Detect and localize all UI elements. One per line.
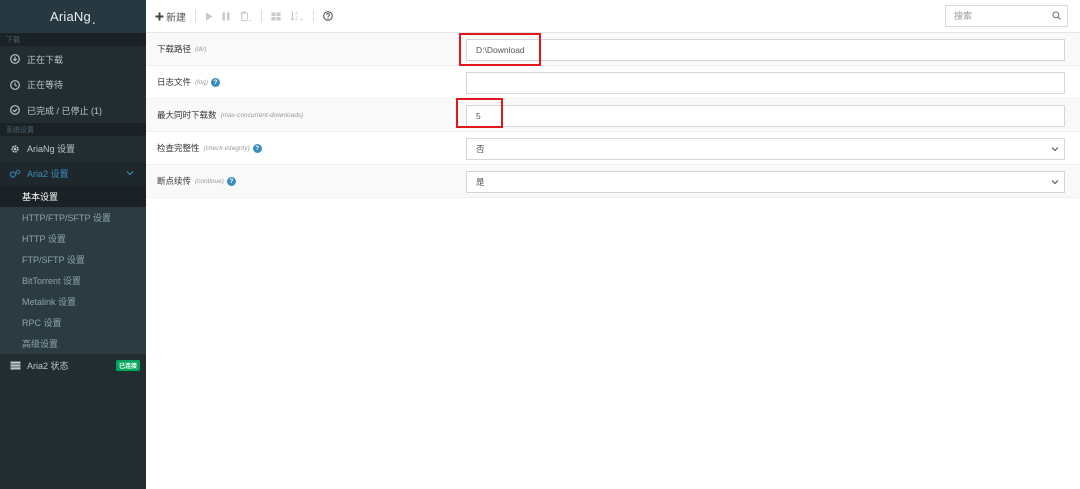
pause-button[interactable] bbox=[222, 12, 230, 21]
toolbar-divider bbox=[195, 10, 196, 22]
setting-row-check-integrity: 检查完整性 (check-integrity) ? 否 bbox=[146, 132, 1080, 165]
svg-text:Z: Z bbox=[295, 16, 298, 22]
check-integrity-select[interactable]: 否 bbox=[466, 138, 1065, 160]
new-task-label: 新建 bbox=[166, 12, 186, 24]
section-header-download: 下载 bbox=[0, 33, 146, 46]
trash-icon bbox=[240, 11, 252, 22]
setting-label: 下载路径 (dir) bbox=[157, 43, 207, 55]
grid-icon bbox=[271, 12, 281, 20]
dir-input[interactable]: D:\Download bbox=[466, 39, 1065, 61]
sidebar-subitem-bittorrent[interactable]: BitTorrent 设置 bbox=[0, 270, 146, 291]
aria2-settings-submenu: 基本设置 HTTP/FTP/SFTP 设置 HTTP 设置 FTP/SFTP 设… bbox=[0, 186, 146, 354]
sidebar-item-aria2-settings[interactable]: Aria2 设置 bbox=[0, 161, 146, 186]
play-icon bbox=[206, 12, 213, 20]
toolbar: 新建 AZ bbox=[146, 0, 1080, 33]
check-integrity-value: 否 bbox=[476, 144, 485, 154]
sidebar-subitem-basic[interactable]: 基本设置 bbox=[0, 186, 146, 207]
highlight-box-dir bbox=[459, 33, 541, 66]
server-icon bbox=[8, 361, 22, 370]
start-button[interactable] bbox=[205, 12, 213, 21]
sidebar-subitem-http[interactable]: HTTP 设置 bbox=[0, 228, 146, 249]
new-task-button[interactable]: 新建 bbox=[155, 9, 186, 24]
section-header-settings: 系统设置 bbox=[0, 123, 146, 136]
gears-icon bbox=[8, 169, 22, 179]
download-circle-icon bbox=[8, 54, 22, 64]
search-input[interactable] bbox=[954, 11, 1044, 21]
question-circle-icon bbox=[323, 11, 333, 21]
sort-button[interactable]: AZ bbox=[290, 10, 304, 22]
chevron-down-icon bbox=[126, 169, 134, 178]
toolbar-divider bbox=[261, 10, 262, 22]
select-all-button[interactable] bbox=[271, 12, 281, 21]
setting-key: (dir) bbox=[195, 45, 207, 53]
app-title-dot: . bbox=[91, 10, 97, 27]
chevron-down-icon bbox=[1051, 145, 1059, 154]
sidebar-item-aria2-status[interactable]: Aria2 状态 已连接 bbox=[0, 354, 146, 376]
search-box bbox=[945, 5, 1068, 27]
connection-status-badge: 已连接 bbox=[115, 359, 140, 371]
setting-key: (max-concurrent-downloads) bbox=[220, 111, 304, 119]
clock-icon bbox=[8, 79, 22, 90]
setting-label: 检查完整性 (check-integrity) ? bbox=[157, 142, 262, 154]
sidebar-item-label: Aria2 设置 bbox=[27, 169, 69, 179]
sidebar: AriaNg. 下载 正在下载 正在等待 已完成 / 已停止 (1) 系统设置 … bbox=[0, 0, 146, 489]
highlight-box-max-downloads bbox=[456, 98, 503, 128]
setting-key: (continue) bbox=[195, 177, 224, 185]
setting-row-dir: 下载路径 (dir) D:\Download bbox=[146, 33, 1080, 66]
setting-name: 最大同时下载数 bbox=[157, 110, 217, 120]
plus-icon bbox=[155, 12, 164, 20]
setting-label: 日志文件 (log) ? bbox=[157, 76, 221, 88]
sidebar-item-label: Aria2 状态 bbox=[27, 360, 69, 371]
setting-label: 断点续传 (continue) ? bbox=[157, 175, 236, 187]
help-button[interactable] bbox=[323, 11, 333, 21]
setting-label: 最大同时下载数 (max-concurrent-downloads) bbox=[157, 109, 303, 121]
sidebar-item-ariang-settings[interactable]: AriaNg 设置 bbox=[0, 136, 146, 161]
sidebar-subitem-rpc[interactable]: RPC 设置 bbox=[0, 312, 146, 333]
sort-icon: AZ bbox=[290, 11, 304, 22]
setting-row-continue: 断点续传 (continue) ? 是 bbox=[146, 165, 1080, 198]
settings-panel: 下载路径 (dir) D:\Download 日志文件 (log) ? 最大同时… bbox=[146, 33, 1080, 489]
setting-key: (log) bbox=[195, 78, 209, 86]
sidebar-item-downloading[interactable]: 正在下载 bbox=[0, 46, 146, 72]
setting-name: 断点续传 bbox=[157, 176, 192, 186]
continue-select[interactable]: 是 bbox=[466, 171, 1065, 193]
setting-name: 检查完整性 bbox=[157, 143, 200, 153]
sidebar-subitem-http-ftp-sftp[interactable]: HTTP/FTP/SFTP 设置 bbox=[0, 207, 146, 228]
help-icon[interactable]: ? bbox=[252, 143, 262, 153]
log-input[interactable] bbox=[466, 72, 1065, 94]
sidebar-subitem-metalink[interactable]: Metalink 设置 bbox=[0, 291, 146, 312]
sidebar-subitem-ftp-sftp[interactable]: FTP/SFTP 设置 bbox=[0, 249, 146, 270]
setting-name: 日志文件 bbox=[157, 77, 192, 87]
app-title: AriaNg bbox=[49, 9, 91, 24]
gear-icon bbox=[8, 144, 22, 154]
sidebar-item-label: AriaNg 设置 bbox=[27, 144, 76, 154]
sidebar-item-stopped[interactable]: 已完成 / 已停止 (1) bbox=[0, 97, 146, 123]
app-logo[interactable]: AriaNg. bbox=[0, 0, 146, 33]
setting-key: (check-integrity) bbox=[203, 144, 250, 152]
sidebar-item-label: 正在等待 bbox=[27, 80, 64, 90]
search-icon[interactable] bbox=[1052, 10, 1061, 22]
toolbar-divider bbox=[313, 10, 314, 22]
sidebar-subitem-advanced[interactable]: 高级设置 bbox=[0, 333, 146, 354]
pause-icon bbox=[222, 12, 230, 20]
setting-name: 下载路径 bbox=[157, 44, 192, 54]
max-concurrent-downloads-input[interactable]: 5 bbox=[466, 105, 1065, 127]
sidebar-item-label: 正在下载 bbox=[27, 54, 64, 65]
chevron-down-icon bbox=[1051, 178, 1059, 187]
help-icon[interactable]: ? bbox=[211, 77, 221, 87]
continue-value: 是 bbox=[476, 177, 485, 187]
sidebar-item-waiting[interactable]: 正在等待 bbox=[0, 72, 146, 97]
delete-button[interactable] bbox=[239, 11, 252, 22]
setting-row-max-concurrent-downloads: 最大同时下载数 (max-concurrent-downloads) 5 bbox=[146, 99, 1080, 132]
check-circle-icon bbox=[8, 105, 22, 115]
help-icon[interactable]: ? bbox=[226, 176, 236, 186]
sidebar-item-label: 已完成 / 已停止 (1) bbox=[27, 105, 103, 116]
setting-row-log: 日志文件 (log) ? bbox=[146, 66, 1080, 99]
